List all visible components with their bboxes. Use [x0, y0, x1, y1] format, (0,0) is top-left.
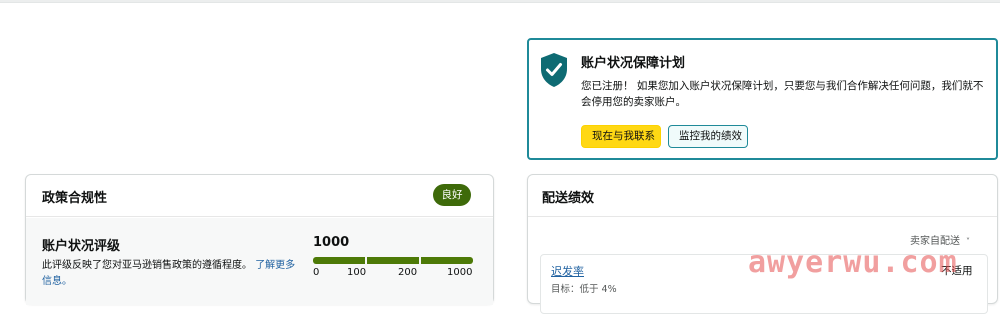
- shipping-performance-card: 配送绩效 卖家自配送 ˅ 迟发率 不适用 目标：低于 4%: [527, 174, 998, 314]
- aha-description: 您已注册！ 如果您加入账户状况保障计划，只要您与我们合作解决任何问题，我们就不会…: [581, 80, 984, 108]
- scale-label: 0: [313, 267, 320, 278]
- ahr-description: 此评级反映了您对亚马逊销售政策的遵循程度。 了解更多信息。: [42, 258, 302, 290]
- scale-label: 100: [347, 267, 367, 278]
- top-bar: [0, 0, 1000, 3]
- monitor-performance-button[interactable]: 监控我的绩效: [668, 125, 748, 148]
- late-rate-target: 目标：低于 4%: [551, 284, 617, 295]
- account-health-assurance-card: 账户状况保障计划 您已注册！ 如果您加入账户状况保障计划，只要您与我们合作解决任…: [527, 38, 998, 160]
- scale-segment: [313, 257, 365, 264]
- fulfillment-channel-select[interactable]: 卖家自配送 ˅: [910, 232, 970, 247]
- shipping-card-header: 配送绩效: [528, 175, 997, 217]
- late-rate-link[interactable]: 迟发率: [551, 263, 584, 279]
- scale-segment: [421, 257, 473, 264]
- policy-compliance-card: 政策合规性 良好 账户状况评级 此评级反映了您对亚马逊销售政策的遵循程度。 了解…: [25, 174, 494, 305]
- status-badge: 良好: [433, 184, 471, 206]
- shipping-title: 配送绩效: [542, 191, 595, 206]
- policy-title: 政策合规性: [42, 191, 108, 206]
- late-rate-status: 不适用: [941, 265, 973, 277]
- fulfillment-channel-value: 卖家自配送: [910, 236, 960, 247]
- shield-check-icon: [541, 53, 567, 87]
- scale-label: 200: [398, 267, 418, 278]
- ahr-description-text: 此评级反映了您对亚马逊销售政策的遵循程度。: [42, 260, 252, 271]
- policy-card-header: 政策合规性 良好: [26, 175, 493, 217]
- aha-title: 账户状况保障计划: [581, 56, 686, 71]
- contact-me-button[interactable]: 现在与我联系: [581, 125, 661, 148]
- account-health-rating-section: 账户状况评级 此评级反映了您对亚马逊销售政策的遵循程度。 了解更多信息。 100…: [26, 218, 493, 305]
- ahr-score: 1000: [313, 235, 350, 250]
- late-rate-metric: 迟发率 不适用 目标：低于 4%: [540, 254, 988, 314]
- scale-label: 1000: [447, 267, 473, 278]
- ahr-title: 账户状况评级: [42, 239, 121, 254]
- scale-segment: [367, 257, 419, 264]
- chevron-down-icon: ˅: [966, 237, 970, 246]
- ahr-scale-bar: [313, 257, 473, 264]
